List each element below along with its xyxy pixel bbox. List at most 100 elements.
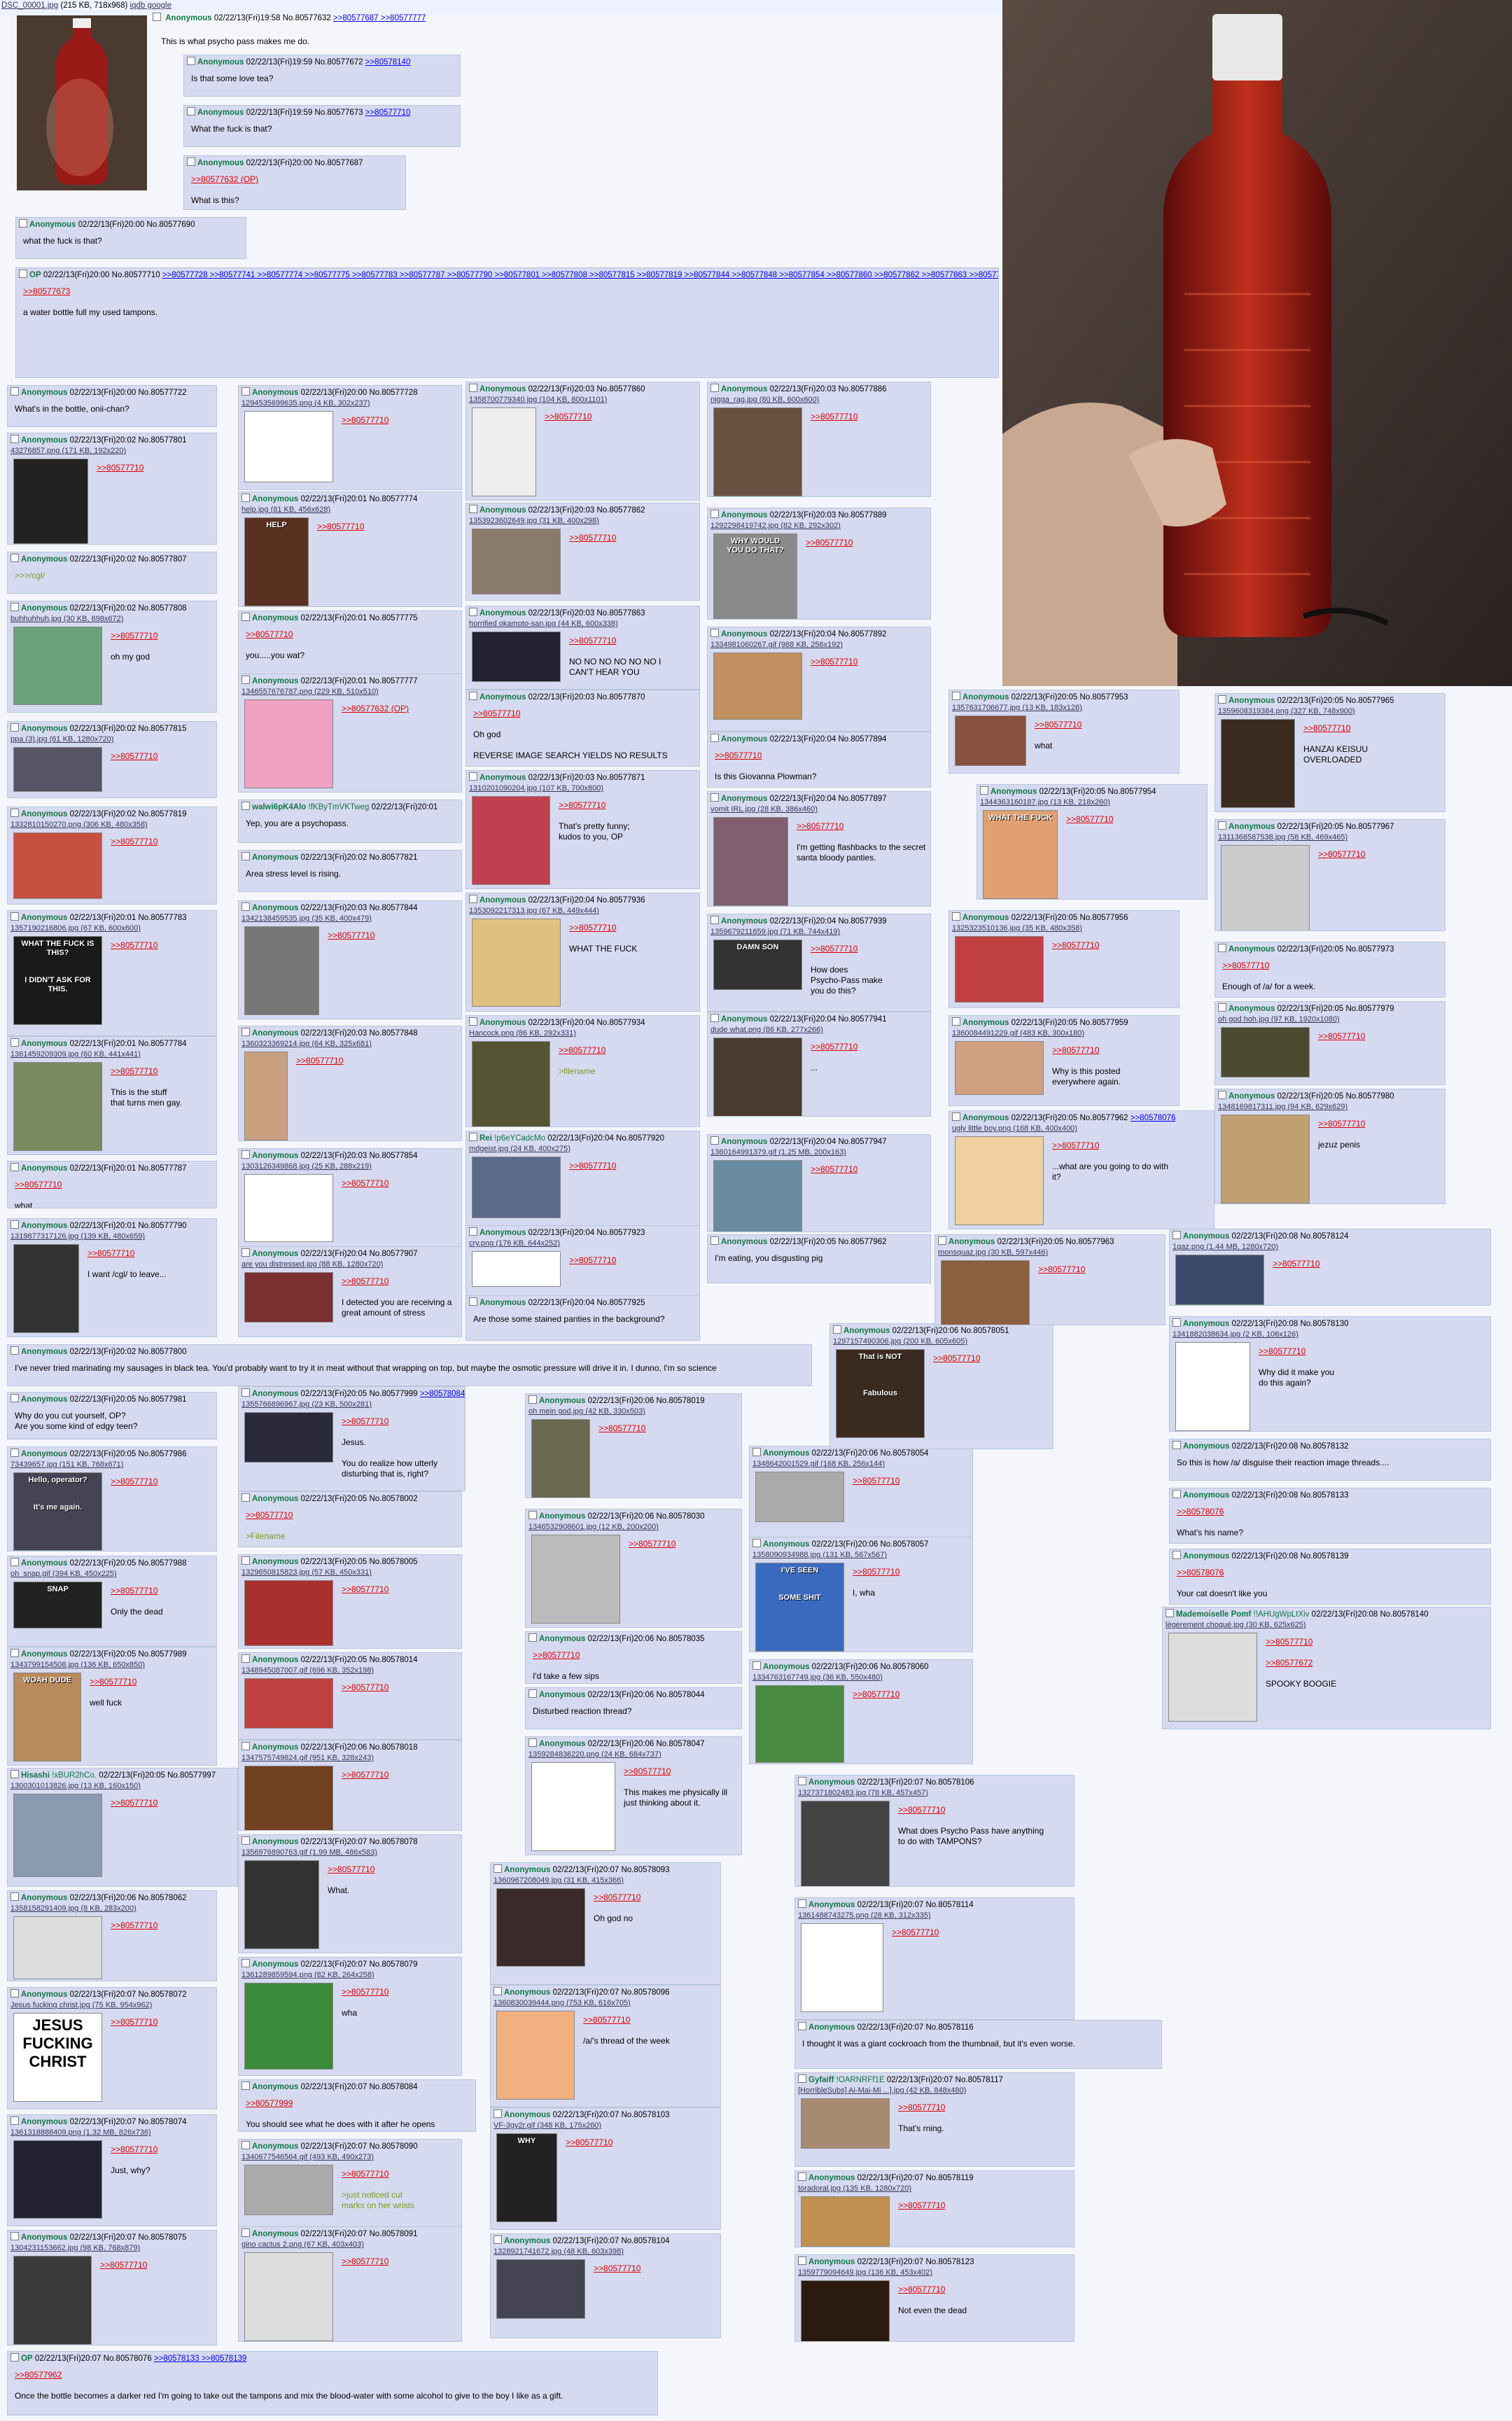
- post-number[interactable]: No.80577920: [616, 1134, 664, 1143]
- file-link[interactable]: 1360084491229.gif (483 KB, 300x180): [952, 1029, 1084, 1038]
- post-number[interactable]: No.80578084: [369, 2083, 417, 2091]
- file-link[interactable]: 1361289859594.png (82 KB, 264x258): [241, 1971, 374, 1979]
- file-link[interactable]: 1292298419742.jpg (82 KB, 292x302): [710, 522, 841, 530]
- post-number[interactable]: No.80577986: [138, 1450, 186, 1458]
- post-number[interactable]: No.80577889: [838, 511, 886, 519]
- quote-link[interactable]: >>80577710: [1038, 1264, 1161, 1275]
- file-link[interactable]: lėgėrement choqué.jpg (30 KB, 625x625): [1166, 1621, 1306, 1629]
- file-link[interactable]: 1347575749824.gif (951 KB, 328x243): [241, 1754, 374, 1762]
- file-link[interactable]: Jesus fucking christ.jpg (75 KB, 954x962…: [10, 2001, 152, 2009]
- quote-link[interactable]: >>80577710: [1318, 849, 1441, 860]
- post-thumbnail[interactable]: Hello, operator? It's me again.: [13, 1472, 102, 1551]
- post-checkbox[interactable]: [528, 1689, 537, 1698]
- post-checkbox[interactable]: [10, 1346, 19, 1355]
- post-checkbox[interactable]: [10, 809, 19, 817]
- quote-link[interactable]: >>80577710: [1318, 1031, 1441, 1042]
- post-number[interactable]: No.80577936: [596, 896, 645, 905]
- file-link[interactable]: 1344363160187.jpg (13 KB, 218x260): [980, 798, 1110, 807]
- quote-link[interactable]: >>80577710: [1222, 961, 1441, 971]
- quote-link[interactable]: >>80577710: [111, 940, 212, 951]
- post-checkbox[interactable]: [752, 1661, 761, 1670]
- post-checkbox[interactable]: [1218, 944, 1226, 952]
- post-thumbnail[interactable]: [13, 1916, 102, 1979]
- quote-link[interactable]: >>80577710: [97, 463, 212, 473]
- post-checkbox[interactable]: [241, 613, 250, 621]
- quote-link[interactable]: >>80577710: [806, 538, 926, 548]
- post-thumbnail[interactable]: [472, 1041, 550, 1126]
- post-number[interactable]: No.80578093: [621, 1866, 669, 1874]
- post-thumbnail[interactable]: [244, 1174, 333, 1242]
- post-checkbox[interactable]: [493, 2235, 502, 2244]
- quote-link[interactable]: >>80577710: [111, 1477, 212, 1487]
- quote-link[interactable]: >>80577710: [342, 2256, 457, 2267]
- file-link[interactable]: 1361459209309.jpg (60 KB, 441x441): [10, 1050, 141, 1059]
- quote-link[interactable]: >>80577710: [1066, 814, 1203, 825]
- quote-link[interactable]: >>80577710: [246, 1510, 457, 1521]
- quote-link[interactable]: >>80577710: [583, 2015, 716, 2025]
- file-link[interactable]: 1358090934988.jpg (131 KB, 567x567): [752, 1551, 887, 1559]
- file-link[interactable]: 43276857.png (171 KB, 192x220): [10, 447, 126, 455]
- quote-link[interactable]: >>80578076: [1177, 1507, 1486, 1517]
- post-thumbnail[interactable]: [244, 1412, 333, 1463]
- post-number[interactable]: No.80577854: [369, 1152, 417, 1160]
- post-checkbox[interactable]: [710, 510, 719, 518]
- post-number[interactable]: No.80578090: [369, 2142, 417, 2151]
- post-checkbox[interactable]: [469, 384, 477, 392]
- file-link[interactable]: 1348642001529.gif (168 KB, 256x144): [752, 1460, 885, 1468]
- post-checkbox[interactable]: [1218, 1091, 1226, 1099]
- file-link[interactable]: 1359608319384.png (327 KB, 748x900): [1218, 707, 1355, 716]
- file-link[interactable]: 1346557676787.png (229 KB, 510x510): [241, 688, 379, 696]
- post-checkbox[interactable]: [10, 1038, 19, 1047]
- post-number[interactable]: No.80577963: [1065, 1238, 1114, 1246]
- post-number[interactable]: No.80578078: [369, 1838, 417, 1846]
- quote-link[interactable]: >>80577710: [569, 533, 695, 543]
- post-number[interactable]: No.80577871: [596, 774, 645, 782]
- quote-link[interactable]: >>80577710: [594, 2263, 716, 2274]
- file-link[interactable]: help.jpg (81 KB, 456x628): [241, 505, 330, 514]
- file-link[interactable]: 1359779094649.jpg (136 KB, 453x402): [798, 2268, 932, 2277]
- file-link[interactable]: 1qaz.png (1.44 MB, 1280x720): [1172, 1243, 1278, 1251]
- file-link[interactable]: mdgeist.jpg (24 KB, 400x275): [469, 1145, 570, 1153]
- post-number[interactable]: No.80577728: [369, 389, 417, 397]
- quote-link[interactable]: >>80577710: [342, 1987, 457, 1997]
- post-thumbnail[interactable]: [13, 1794, 102, 1877]
- post-thumbnail[interactable]: [941, 1260, 1030, 1325]
- quote-link[interactable]: >>80577710: [342, 1584, 457, 1595]
- post-number[interactable]: No.80577787: [138, 1164, 186, 1173]
- post-checkbox[interactable]: [241, 1150, 250, 1159]
- post-checkbox[interactable]: [241, 1654, 250, 1663]
- file-link[interactable]: VF-3gy2r.gif (348 KB, 175x260): [493, 2121, 601, 2130]
- post-checkbox[interactable]: [241, 1836, 250, 1845]
- quote-link[interactable]: >>80577710: [15, 1180, 212, 1190]
- post-checkbox[interactable]: [833, 1325, 841, 1334]
- post-number[interactable]: No.80578123: [925, 2258, 974, 2266]
- post-number[interactable]: No.80577870: [596, 693, 645, 702]
- post-checkbox[interactable]: [1172, 1490, 1181, 1498]
- quote-link[interactable]: >>80577710: [1266, 1637, 1486, 1647]
- post-checkbox[interactable]: [528, 1633, 537, 1642]
- post-thumbnail[interactable]: SNAP: [13, 1582, 102, 1628]
- post-checkbox[interactable]: [469, 1297, 477, 1306]
- file-link[interactable]: oh god hoh.jpg (97 KB, 1920x1080): [1218, 1015, 1340, 1024]
- post-thumbnail[interactable]: [713, 407, 802, 496]
- post-thumbnail[interactable]: [244, 1580, 333, 1646]
- post-number[interactable]: No.80577934: [596, 1019, 645, 1027]
- backlinks[interactable]: >>80578076: [1130, 1114, 1176, 1122]
- post-number[interactable]: No.80577783: [138, 914, 186, 922]
- quote-link[interactable]: >>80577710: [566, 2137, 716, 2148]
- file-link[interactable]: 1334763167749.jpg (36 KB, 550x480): [752, 1673, 883, 1682]
- op-search-links[interactable]: iqdb google: [130, 1, 172, 10]
- post-number[interactable]: No.80578035: [656, 1635, 704, 1643]
- post-checkbox[interactable]: [241, 2228, 250, 2237]
- file-link[interactable]: 1361488743275.png (28 KB, 312x335): [798, 1911, 931, 1920]
- post-checkbox[interactable]: [528, 1395, 537, 1404]
- post-number[interactable]: No.80578096: [621, 1988, 669, 1997]
- file-link[interactable]: 1304231153662.jpg (98 KB, 768x879): [10, 2244, 140, 2252]
- file-link[interactable]: 1297157490306.jpg (200 KB, 605x605): [833, 1337, 967, 1346]
- post-thumbnail[interactable]: [496, 2259, 585, 2319]
- post-thumbnail[interactable]: [1221, 719, 1295, 808]
- post-checkbox[interactable]: [710, 1136, 719, 1145]
- post-thumbnail[interactable]: [955, 1136, 1044, 1225]
- quote-link[interactable]: >>80577710: [111, 1066, 212, 1077]
- post-number[interactable]: No.80578130: [1300, 1320, 1348, 1328]
